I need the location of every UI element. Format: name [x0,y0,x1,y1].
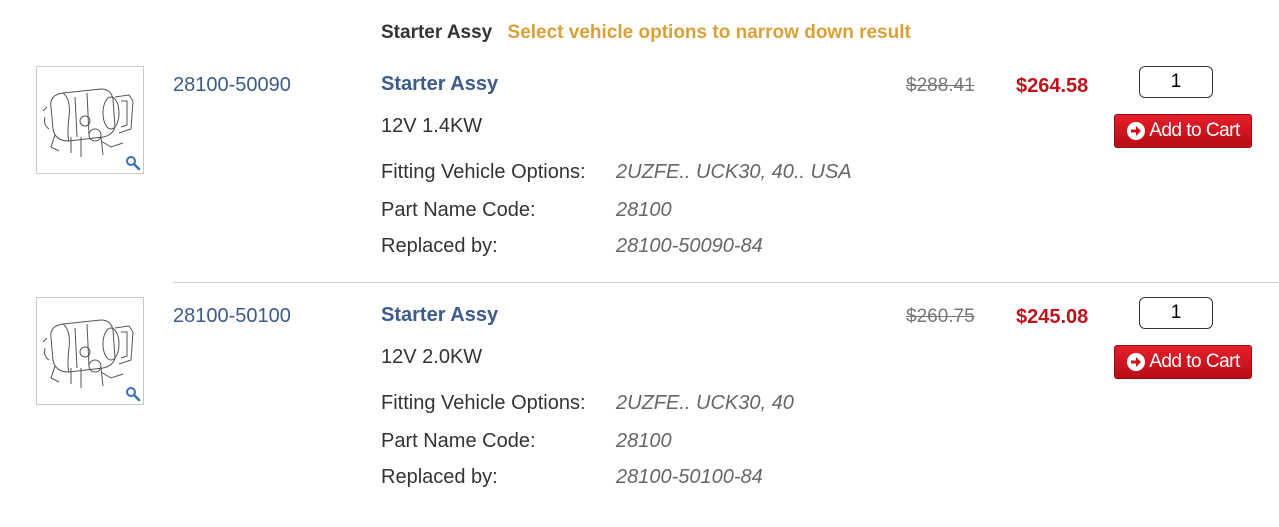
row-divider [173,282,1279,283]
arrow-circle-icon [1127,122,1146,140]
add-to-cart-label: Add to Cart [1149,120,1240,141]
add-to-cart-button[interactable]: Add to Cart [1114,114,1252,148]
part-name-code-value: 28100 [616,199,672,221]
quantity-input[interactable] [1139,66,1213,98]
sale-price: $245.08 [1016,306,1089,328]
fitting-value: 2UZFE.. UCK30, 40 [616,392,794,414]
narrow-down-hint: Select vehicle options to narrow down re… [507,22,911,43]
quantity-input[interactable] [1139,297,1213,329]
starter-motor-image [42,319,134,388]
zoom-icon[interactable] [125,386,141,402]
zoom-icon[interactable] [125,155,141,171]
part-number-link[interactable]: 28100-50100 [173,305,291,328]
replaced-by-value: 28100-50100-84 [616,466,763,488]
part-name-link[interactable]: Starter Assy [381,73,498,96]
part-number-link[interactable]: 28100-50090 [173,74,291,97]
sale-price: $264.58 [1016,75,1089,97]
fitting-value: 2UZFE.. UCK30, 40.. USA [616,161,852,183]
part-thumbnail[interactable] [36,66,144,174]
replaced-by-value: 28100-50090-84 [616,235,763,257]
arrow-circle-icon [1127,353,1146,371]
fitting-label: Fitting Vehicle Options: [381,392,586,414]
list-price: $288.41 [906,75,975,96]
part-name-code-label: Part Name Code: [381,199,536,221]
part-spec: 12V 2.0KW [381,346,483,368]
part-name-code-value: 28100 [616,430,672,452]
results-header: Starter Assy Select vehicle options to n… [381,22,911,44]
list-price: $260.75 [906,306,975,327]
results-title: Starter Assy [381,22,493,43]
part-spec: 12V 1.4KW [381,115,483,137]
part-name-link[interactable]: Starter Assy [381,304,498,327]
part-name-code-label: Part Name Code: [381,430,536,452]
add-to-cart-label: Add to Cart [1149,351,1240,372]
product-row: 28100-50090 Starter Assy 12V 1.4KW Fitti… [0,66,1279,296]
fitting-label: Fitting Vehicle Options: [381,161,586,183]
product-row: 28100-50100 Starter Assy 12V 2.0KW Fitti… [0,297,1279,527]
replaced-by-label: Replaced by: [381,466,498,488]
replaced-by-label: Replaced by: [381,235,498,257]
part-thumbnail[interactable] [36,297,144,405]
starter-motor-image [42,88,134,157]
add-to-cart-button[interactable]: Add to Cart [1114,345,1252,379]
